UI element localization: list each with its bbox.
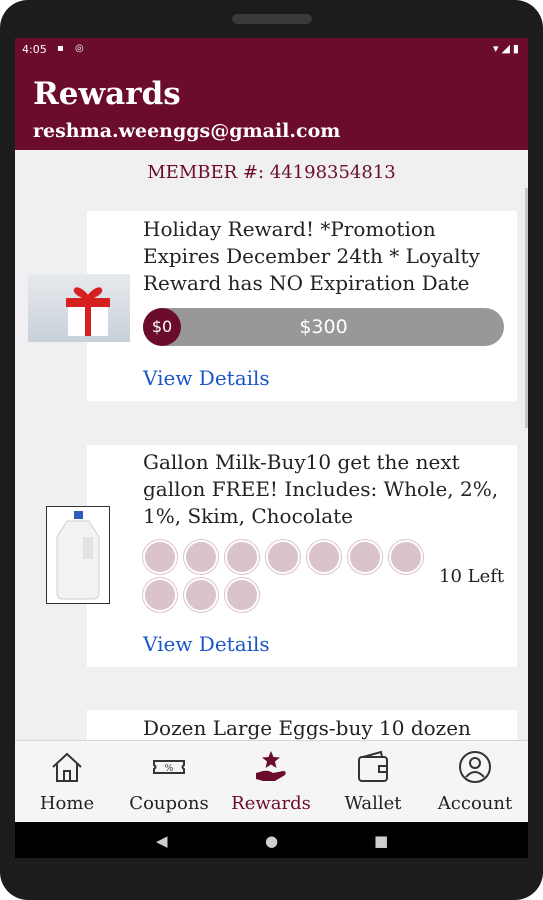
reward-title: Gallon Milk-Buy10 get the next gallon FR…: [143, 450, 499, 528]
stamp: [389, 540, 423, 574]
notification-icons: ▪ ◎: [57, 43, 88, 54]
svg-text:%: %: [165, 764, 174, 774]
stamp: [184, 578, 218, 612]
stamp: [184, 540, 218, 574]
stamp: [348, 540, 382, 574]
screen: 4:05 ▪ ◎ ▾◢▮ Rewards reshma.weenggs@gmai…: [15, 38, 528, 858]
account-icon: [459, 751, 491, 783]
nav-account[interactable]: Account: [425, 741, 525, 823]
stamp: [143, 578, 177, 612]
status-time: 4:05: [22, 43, 47, 56]
gift-image: [28, 274, 130, 342]
view-details-link[interactable]: View Details: [143, 366, 270, 390]
stamp: [307, 540, 341, 574]
stamp: [225, 540, 259, 574]
reward-title: Holiday Reward! *Promotion Expires Decem…: [143, 217, 480, 295]
signal-battery-icons: ▾◢▮: [492, 42, 522, 55]
nav-coupons-label: Coupons: [129, 793, 209, 814]
coupon-icon: %: [153, 760, 185, 774]
nav-rewards[interactable]: Rewards: [221, 741, 321, 823]
view-details-link[interactable]: View Details: [143, 632, 270, 656]
reward-title: Dozen Large Eggs-buy 10 dozen: [143, 716, 471, 740]
back-icon[interactable]: ◀: [156, 832, 168, 850]
scrollbar[interactable]: [525, 188, 528, 428]
home-circle-icon[interactable]: ●: [265, 832, 278, 850]
bottom-navigation: Home % Coupons Rewards Wallet Account: [15, 740, 528, 823]
rewards-hand-star-icon: [256, 751, 286, 781]
page-title: Rewards: [33, 76, 181, 112]
system-navigation-bar: ◀ ● ■: [15, 822, 528, 858]
nav-rewards-label: Rewards: [231, 793, 311, 814]
milk-jug-image: [46, 506, 110, 604]
recents-icon[interactable]: ■: [374, 832, 388, 850]
stamp: [266, 540, 300, 574]
nav-account-label: Account: [437, 793, 513, 814]
speaker-grille: [232, 14, 312, 24]
stamp: [225, 578, 259, 612]
home-icon: [52, 752, 82, 782]
nav-home[interactable]: Home: [17, 741, 117, 823]
stamp: [143, 540, 177, 574]
progress-start: $0: [143, 308, 181, 346]
app-bar: Rewards reshma.weenggs@gmail.com: [15, 62, 528, 150]
user-email: reshma.weenggs@gmail.com: [33, 120, 341, 142]
nav-wallet-label: Wallet: [344, 793, 402, 814]
wallet-icon: [358, 750, 388, 782]
member-number: MEMBER #: 44198354813: [147, 162, 396, 183]
nav-coupons[interactable]: % Coupons: [119, 741, 219, 823]
stamps-left: 10 Left: [439, 566, 505, 587]
nav-wallet[interactable]: Wallet: [323, 741, 423, 823]
status-bar: 4:05 ▪ ◎ ▾◢▮: [15, 38, 528, 62]
nav-home-label: Home: [39, 793, 95, 814]
reward-progress-bar: $300 $0: [143, 308, 504, 346]
progress-goal: $300: [299, 316, 348, 338]
device-frame: 4:05 ▪ ◎ ▾◢▮ Rewards reshma.weenggs@gmai…: [0, 0, 543, 900]
